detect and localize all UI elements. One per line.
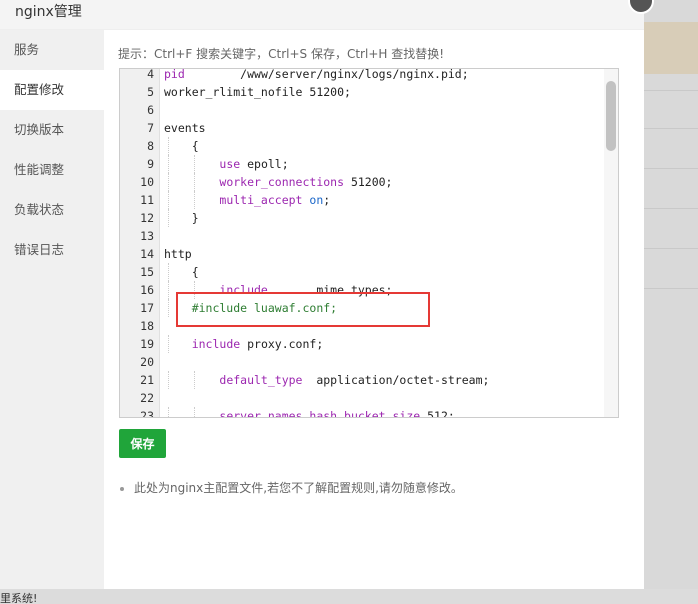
- sidebar-item-load-status[interactable]: 负载状态: [0, 190, 104, 230]
- line-number: 20: [140, 355, 154, 369]
- code-line: 8 {: [120, 137, 606, 155]
- nginx-manager-dialog: nginx管理 服务 配置修改 切换版本 性能调整 负载状态 错误日志 提示：C…: [0, 0, 644, 589]
- sidebar-item-error-log[interactable]: 错误日志: [0, 230, 104, 270]
- line-number: 17: [140, 301, 154, 315]
- code-text: {: [164, 265, 199, 279]
- code-line: 22: [120, 389, 606, 407]
- sidebar-item-performance[interactable]: 性能调整: [0, 150, 104, 190]
- code-text: use epoll;: [219, 157, 289, 171]
- code-line: 20: [120, 353, 606, 371]
- code-line: 12 }: [120, 209, 606, 227]
- code-line: 19 include proxy.conf;: [120, 335, 606, 353]
- editor-scrollbar-thumb[interactable]: [606, 81, 616, 151]
- sidebar-item-service[interactable]: 服务: [0, 30, 104, 70]
- code-line: 10 worker_connections 51200;: [120, 173, 606, 191]
- background-divider: [644, 288, 698, 289]
- code-line: 21 default_type application/octet-stream…: [120, 371, 606, 389]
- sidebar-item-switch-version[interactable]: 切换版本: [0, 110, 104, 150]
- background-footer-text: 里系统!: [0, 592, 38, 604]
- line-number: 12: [140, 211, 154, 225]
- code-text: #include luawaf.conf;: [164, 301, 338, 315]
- config-panel: 提示：Ctrl+F 搜索关键字，Ctrl+S 保存，Ctrl+H 查找替换! 4…: [104, 30, 644, 589]
- code-keyword: worker_connections: [219, 175, 345, 189]
- line-number: 21: [140, 373, 154, 387]
- code-line: 4 pid /www/server/nginx/logs/nginx.pid;: [120, 68, 606, 83]
- sidebar-item-config[interactable]: 配置修改: [0, 70, 104, 110]
- line-number: 15: [140, 265, 154, 279]
- line-number: 13: [140, 229, 154, 243]
- line-number: 6: [147, 103, 154, 117]
- code-text: }: [164, 211, 199, 225]
- background-banner: [644, 22, 698, 74]
- line-number: 5: [147, 85, 154, 99]
- code-line: 16 include mime.types;: [120, 281, 606, 299]
- code-keyword: use: [219, 157, 241, 171]
- line-number: 18: [140, 319, 154, 333]
- code-keyword: include: [191, 337, 241, 351]
- line-number: 4: [147, 68, 154, 81]
- code-line: 14 http: [120, 245, 606, 263]
- save-button[interactable]: 保存: [119, 429, 166, 458]
- background-divider: [644, 90, 698, 91]
- code-text: pid /www/server/nginx/logs/nginx.pid;: [164, 68, 469, 81]
- code-line: 18: [120, 317, 606, 335]
- code-keyword: multi_accept: [219, 193, 303, 207]
- line-number: 7: [147, 121, 154, 135]
- code-line: 9 use epoll;: [120, 155, 606, 173]
- code-line: 6: [120, 101, 606, 119]
- dialog-header: nginx管理: [0, 0, 644, 30]
- config-note: 此处为nginx主配置文件,若您不了解配置规则,请勿随意修改。: [120, 479, 463, 496]
- dialog-title: nginx管理: [15, 4, 82, 20]
- bullet-icon: [120, 486, 124, 491]
- code-text: worker_rlimit_nofile 51200;: [164, 85, 351, 99]
- code-text: {: [164, 139, 199, 153]
- line-number: 22: [140, 391, 154, 405]
- line-number: 16: [140, 283, 154, 297]
- background-divider: [644, 248, 698, 249]
- config-code-editor[interactable]: 4 pid /www/server/nginx/logs/nginx.pid; 5 w…: [119, 68, 619, 418]
- line-number: 19: [140, 337, 154, 351]
- background-divider: [644, 128, 698, 129]
- background-footer: [0, 589, 698, 604]
- line-number: 8: [147, 139, 154, 153]
- code-line: 5 worker_rlimit_nofile 51200;: [120, 83, 606, 101]
- code-keyword: pid: [164, 68, 185, 81]
- code-text: events: [164, 121, 206, 135]
- code-value: on: [309, 193, 324, 207]
- code-line: 11 multi_accept on;: [120, 191, 606, 209]
- code-text: include proxy.conf;: [191, 337, 324, 351]
- code-keyword: default_type: [219, 373, 303, 387]
- code-text: include mime.types;: [219, 283, 393, 297]
- line-number: 10: [140, 175, 154, 189]
- code-text: multi_accept on;: [219, 193, 331, 207]
- code-text: worker_connections 51200;: [219, 175, 393, 189]
- background-divider: [644, 168, 698, 169]
- code-keyword: server_names_hash_bucket_size: [219, 409, 421, 418]
- code-text: server_names_hash_bucket_size 512;: [164, 407, 454, 418]
- line-number: 14: [140, 247, 154, 261]
- code-line: 17 #include luawaf.conf;: [120, 299, 606, 317]
- code-text: http: [164, 247, 192, 261]
- line-number: 11: [140, 193, 154, 207]
- code-text: default_type application/octet-stream;: [219, 373, 490, 387]
- code-line: 15 {: [120, 263, 606, 281]
- code-line: 7 events: [120, 119, 606, 137]
- config-note-text: 此处为nginx主配置文件,若您不了解配置规则,请勿随意修改。: [134, 481, 463, 495]
- line-number: 9: [147, 157, 154, 171]
- code-line: 13: [120, 227, 606, 245]
- dialog-sidebar: 服务 配置修改 切换版本 性能调整 负载状态 错误日志: [0, 30, 104, 589]
- editor-scrollbar[interactable]: [604, 69, 618, 417]
- shortcut-hint: 提示：Ctrl+F 搜索关键字，Ctrl+S 保存，Ctrl+H 查找替换!: [118, 47, 445, 61]
- code-keyword: include: [219, 283, 268, 297]
- line-number: 23: [140, 409, 154, 418]
- code-line: 23 server_names_hash_bucket_size 512;: [120, 407, 606, 418]
- code-lines: 4 pid /www/server/nginx/logs/nginx.pid; 5 w…: [120, 68, 606, 418]
- background-divider: [644, 208, 698, 209]
